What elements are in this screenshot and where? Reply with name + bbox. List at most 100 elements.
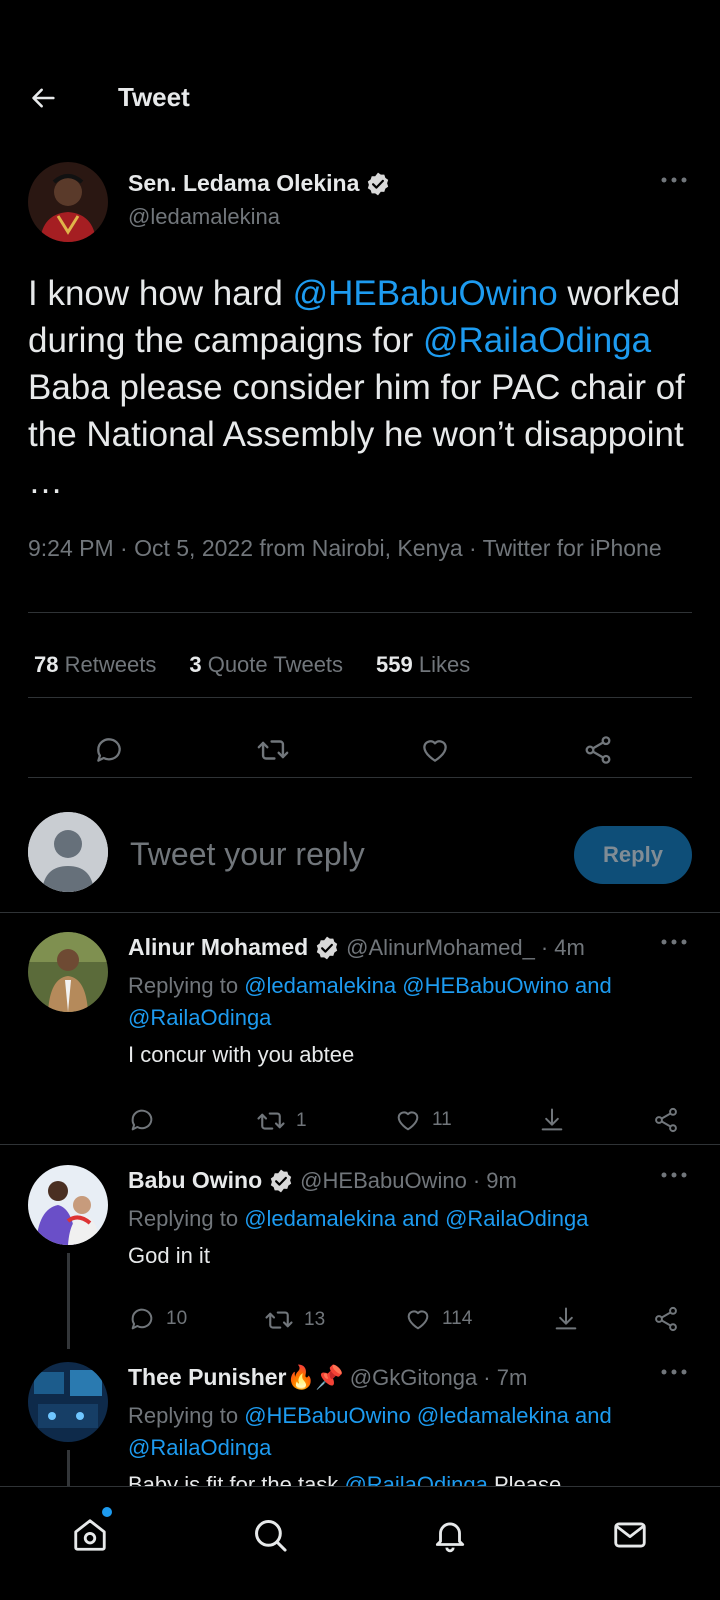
- author-avatar[interactable]: [28, 162, 108, 242]
- reply-avatar[interactable]: [28, 932, 108, 1012]
- search-icon[interactable]: [248, 1513, 292, 1557]
- reply-actions: 10 13 114: [128, 1305, 692, 1337]
- bottom-navigation: [0, 1486, 720, 1600]
- reply-input[interactable]: Tweet your reply: [130, 836, 365, 873]
- more-options-icon[interactable]: [656, 1163, 692, 1187]
- retweet-button[interactable]: 1: [256, 1106, 307, 1136]
- share-icon[interactable]: [652, 1106, 680, 1134]
- tweet-actions: [28, 730, 692, 774]
- reply-header: Alinur Mohamed @AlinurMohamed_ · 4m: [128, 934, 585, 961]
- default-avatar-icon: [28, 812, 108, 892]
- share-icon[interactable]: [578, 730, 618, 770]
- tweet-text: I know how hard @HEBabuOwino worked duri…: [28, 270, 692, 505]
- replying-label: Replying to: [128, 1206, 245, 1231]
- home-icon[interactable]: [68, 1507, 112, 1557]
- author-handle[interactable]: @ledamalekina: [128, 204, 280, 230]
- reply-author-handle[interactable]: @GkGitonga: [350, 1365, 478, 1391]
- retweet-icon: [256, 1106, 286, 1136]
- reply-text-part: Please: [487, 1472, 562, 1486]
- thread-line: [67, 1450, 70, 1486]
- thread-line: [67, 1253, 70, 1349]
- reply-author-name[interactable]: Babu Owino: [128, 1167, 262, 1194]
- likes-stat[interactable]: 559 Likes: [376, 652, 470, 678]
- mention-link[interactable]: @RailaOdinga: [423, 321, 651, 360]
- more-options-icon[interactable]: [656, 1362, 692, 1384]
- replying-to: Replying to @HEBabuOwino @ledamalekina a…: [128, 1400, 668, 1464]
- comment-icon: [128, 1305, 156, 1333]
- replying-to: Replying to @ledamalekina @HEBabuOwino a…: [128, 970, 668, 1034]
- author-name[interactable]: Sen. Ledama Olekina: [128, 170, 359, 197]
- tweet-text-part: Baba please consider him for PAC chair o…: [28, 368, 685, 501]
- reply-time: · 9m: [472, 1167, 517, 1193]
- tweet-stats: 78 Retweets 3 Quote Tweets 559 Likes: [34, 652, 470, 678]
- reply-item[interactable]: Alinur Mohamed @AlinurMohamed_ · 4m Repl…: [28, 930, 692, 1133]
- notifications-bell-icon[interactable]: [428, 1513, 472, 1557]
- divider: [28, 697, 692, 698]
- mention-link[interactable]: @HEBabuOwino: [293, 274, 558, 313]
- comment-count: 10: [166, 1308, 188, 1329]
- likes-count: 559: [376, 652, 413, 677]
- divider: [28, 777, 692, 778]
- author-name-row[interactable]: Sen. Ledama Olekina: [128, 170, 391, 197]
- retweets-stat[interactable]: 78 Retweets: [34, 652, 156, 678]
- reply-time: · 7m: [483, 1364, 528, 1390]
- reply-actions: 1 11: [128, 1106, 692, 1138]
- reply-item[interactable]: Thee Punisher🔥📌 @GkGitonga · 7m Replying…: [28, 1362, 692, 1486]
- quotes-count: 3: [189, 652, 202, 677]
- reply-header: Thee Punisher🔥📌 @GkGitonga · 7m: [128, 1364, 527, 1391]
- more-options-icon[interactable]: [656, 168, 692, 192]
- like-button[interactable]: 114: [404, 1305, 472, 1333]
- reply-author-handle[interactable]: @AlinurMohamed_: [346, 935, 535, 961]
- reply-button[interactable]: Reply: [574, 826, 692, 884]
- comment-icon: [128, 1106, 156, 1134]
- reply-author-name[interactable]: Alinur Mohamed: [128, 934, 308, 961]
- download-icon[interactable]: [552, 1305, 580, 1333]
- divider: [0, 1144, 720, 1145]
- page-title: Tweet: [118, 82, 190, 112]
- share-icon[interactable]: [652, 1305, 680, 1333]
- divider: [0, 912, 720, 913]
- comment-button[interactable]: 10: [128, 1305, 187, 1333]
- replying-label: Replying to: [128, 1403, 245, 1428]
- comment-icon[interactable]: [89, 730, 129, 770]
- quotes-stat[interactable]: 3 Quote Tweets: [189, 652, 343, 678]
- reply-text-part: Baby is fit for the task: [128, 1472, 345, 1486]
- quotes-label: Quote Tweets: [207, 652, 344, 677]
- retweet-button[interactable]: 13: [264, 1305, 325, 1335]
- verified-badge-icon: [314, 935, 340, 961]
- reply-header: Babu Owino @HEBabuOwino · 9m: [128, 1167, 517, 1194]
- retweet-count: 1: [296, 1110, 307, 1131]
- reply-avatar[interactable]: [28, 1362, 108, 1442]
- retweet-icon[interactable]: [253, 730, 293, 770]
- reply-text: Baby is fit for the task @RailaOdinga Pl…: [128, 1472, 561, 1486]
- heart-icon: [394, 1106, 422, 1134]
- download-icon[interactable]: [538, 1106, 566, 1134]
- notification-dot: [102, 1507, 112, 1517]
- reply-composer: Tweet your reply Reply: [28, 810, 692, 892]
- reply-item[interactable]: Babu Owino @HEBabuOwino · 9m Replying to…: [28, 1163, 692, 1349]
- comment-button[interactable]: [128, 1106, 156, 1134]
- reply-author-name[interactable]: Thee Punisher🔥📌: [128, 1364, 344, 1391]
- messages-mail-icon[interactable]: [608, 1513, 652, 1557]
- like-count: 114: [442, 1308, 473, 1329]
- tweet-text-part: I know how hard: [28, 274, 293, 313]
- retweets-label: Retweets: [64, 652, 157, 677]
- verified-badge-icon: [365, 171, 391, 197]
- likes-label: Likes: [418, 652, 471, 677]
- like-button[interactable]: 11: [394, 1106, 452, 1134]
- back-arrow-icon[interactable]: [28, 82, 60, 114]
- verified-badge-icon: [268, 1168, 294, 1194]
- mention-link[interactable]: @RailaOdinga: [344, 1472, 487, 1486]
- reply-author-handle[interactable]: @HEBabuOwino: [300, 1168, 467, 1194]
- replying-label: Replying to: [128, 973, 245, 998]
- retweet-count: 13: [304, 1309, 326, 1330]
- reply-time: · 4m: [540, 934, 585, 960]
- more-options-icon[interactable]: [656, 930, 692, 954]
- reply-avatar[interactable]: [28, 1165, 108, 1245]
- tweet-author: Sen. Ledama Olekina @ledamalekina: [28, 162, 692, 244]
- divider: [28, 612, 692, 613]
- reply-text: God in it: [128, 1243, 210, 1268]
- replying-mentions[interactable]: @ledamalekina and @RailaOdinga: [244, 1206, 588, 1231]
- tweet-meta: 9:24 PM · Oct 5, 2022 from Nairobi, Keny…: [28, 535, 662, 561]
- like-heart-icon[interactable]: [415, 730, 455, 770]
